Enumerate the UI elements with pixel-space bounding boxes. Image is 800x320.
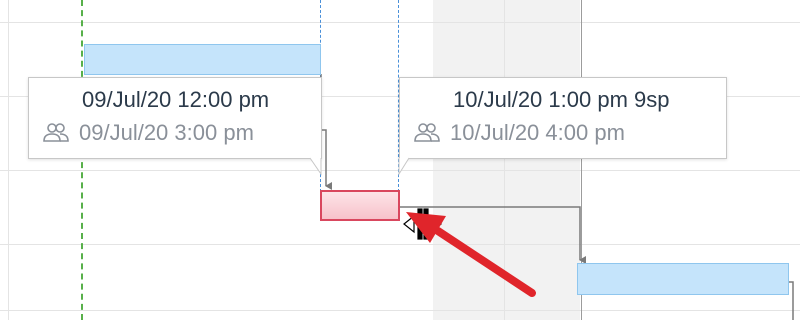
red-arrow-annotation	[406, 212, 536, 297]
gantt-chart: 09/Jul/20 12:00 pm 09/Jul/20 3:00 pm 10/…	[0, 0, 800, 320]
